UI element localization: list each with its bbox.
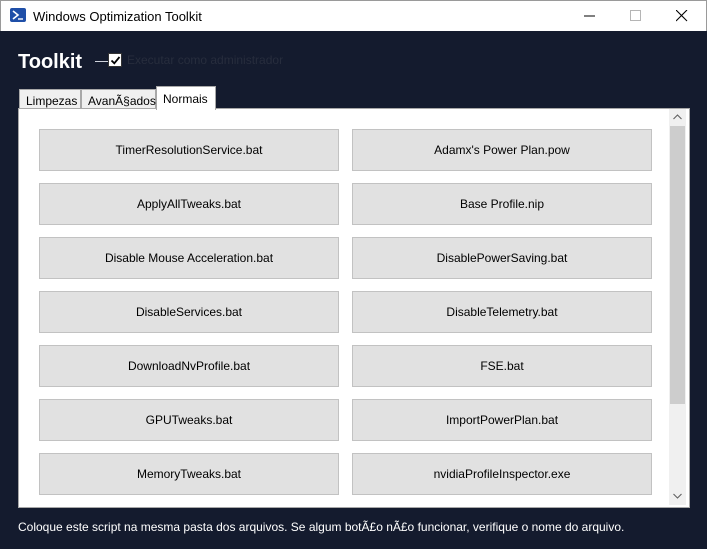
check-icon	[110, 56, 121, 65]
script-button[interactable]: TimerResolutionService.bat	[39, 129, 339, 171]
minimize-icon	[584, 15, 595, 17]
page-title: Toolkit	[18, 51, 83, 73]
script-button[interactable]: FSE.bat	[352, 345, 652, 387]
admin-checkbox[interactable]	[108, 53, 122, 67]
script-button[interactable]: Disable Mouse Acceleration.bat	[39, 237, 339, 279]
powershell-icon	[10, 8, 26, 22]
minimize-button[interactable]	[567, 1, 613, 31]
client-area: Toolkit Executar como administrador Limp…	[0, 31, 707, 549]
admin-checkbox-label[interactable]: Executar como administrador	[127, 53, 283, 67]
scroll-thumb[interactable]	[670, 126, 685, 404]
script-button[interactable]: DisableTelemetry.bat	[352, 291, 652, 333]
vertical-scrollbar[interactable]	[669, 109, 686, 505]
tab-limpezas[interactable]: Limpezas	[19, 89, 81, 109]
script-button[interactable]: GPUTweaks.bat	[39, 399, 339, 441]
maximize-icon	[630, 10, 641, 21]
script-button[interactable]: ImportPowerPlan.bat	[352, 399, 652, 441]
tab-normais[interactable]: Normais	[156, 86, 216, 110]
script-button[interactable]: DisablePowerSaving.bat	[352, 237, 652, 279]
script-button[interactable]: Adamx's Power Plan.pow	[352, 129, 652, 171]
script-button[interactable]: DownloadNvProfile.bat	[39, 345, 339, 387]
scroll-down-button[interactable]	[669, 488, 686, 505]
close-button[interactable]	[659, 1, 705, 31]
chevron-up-icon	[673, 114, 682, 120]
chevron-down-icon	[673, 493, 682, 499]
scroll-up-button[interactable]	[669, 109, 686, 126]
tab-panel: TimerResolutionService.bat Adamx's Power…	[18, 108, 690, 508]
window-title: Windows Optimization Toolkit	[33, 9, 202, 24]
script-button[interactable]: MemoryTweaks.bat	[39, 453, 339, 495]
script-button[interactable]: Base Profile.nip	[352, 183, 652, 225]
title-bar: Windows Optimization Toolkit	[0, 0, 707, 31]
tab-avancados[interactable]: AvanÃ§ados	[81, 89, 156, 109]
close-icon	[676, 10, 688, 22]
footer-hint: Coloque este script na mesma pasta dos a…	[18, 520, 625, 534]
divider	[95, 61, 109, 62]
script-button[interactable]: nvidiaProfileInspector.exe	[352, 453, 652, 495]
script-button[interactable]: ApplyAllTweaks.bat	[39, 183, 339, 225]
script-button[interactable]: DisableServices.bat	[39, 291, 339, 333]
maximize-button[interactable]	[613, 1, 659, 31]
